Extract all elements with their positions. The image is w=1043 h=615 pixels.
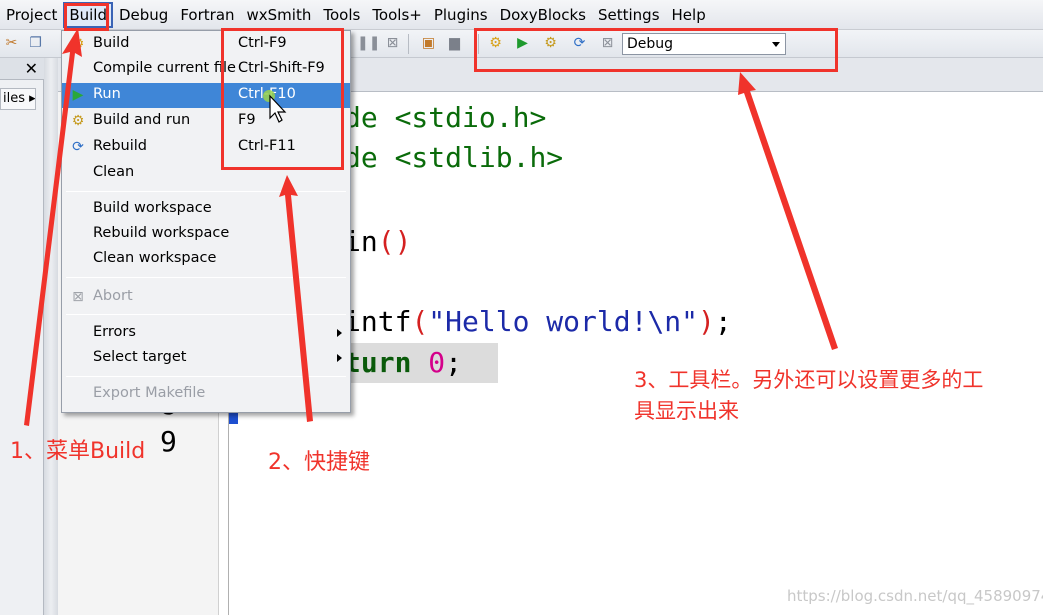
- annotation-arrows: [24, 28, 838, 426]
- annotation-text-3-line2: 具显示出来: [634, 399, 739, 423]
- arrow-to-shortcuts: [279, 175, 313, 422]
- arrow-to-build-menu: [24, 28, 82, 426]
- annotation-text-2: 2、快捷键: [268, 450, 370, 475]
- watermark: https://blog.csdn.net/qq_45890974: [787, 587, 1043, 605]
- annotation-text-1: 1、菜单Build: [10, 439, 146, 464]
- arrow-to-toolbar: [738, 72, 838, 350]
- annotation-text-3-line1: 3、工具栏。另外还可以设置更多的工: [634, 368, 984, 392]
